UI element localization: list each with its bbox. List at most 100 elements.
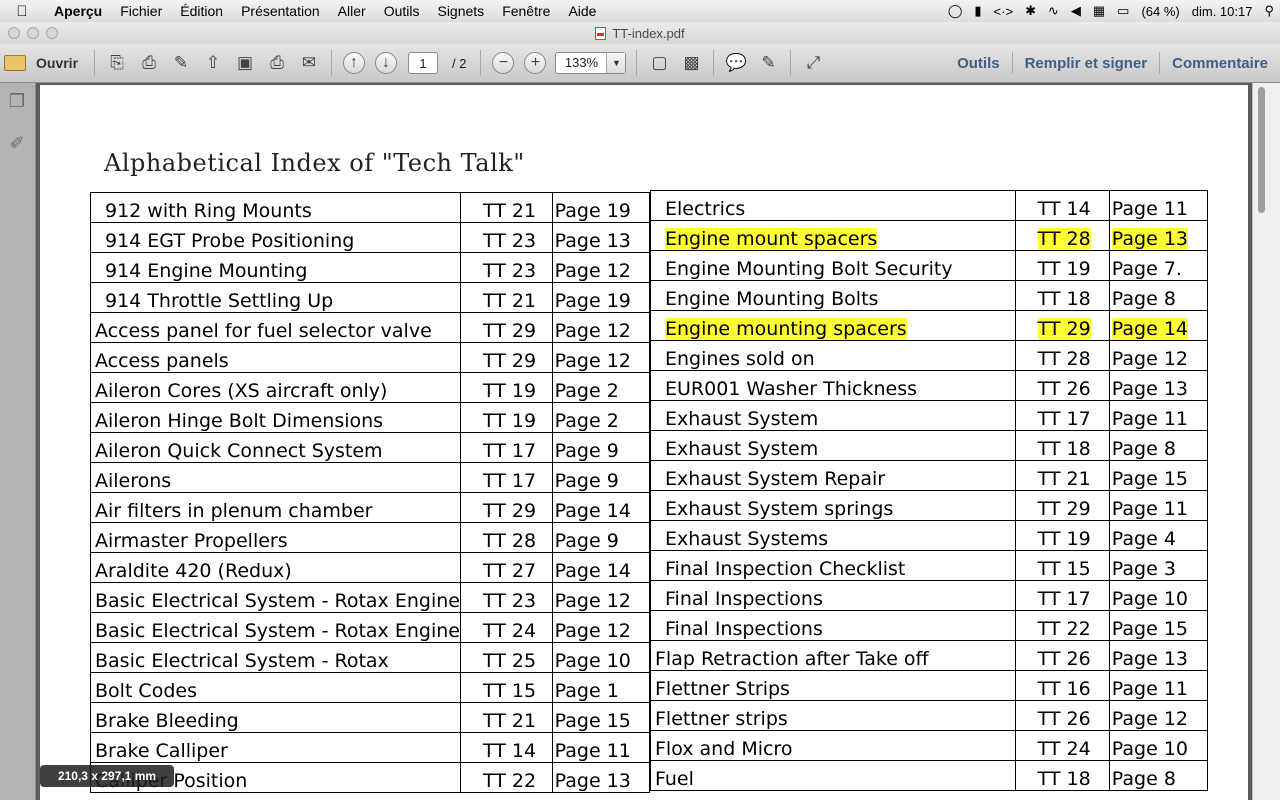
page-number-cell: Page 2: [551, 402, 651, 433]
next-page-icon[interactable]: ↓: [375, 52, 398, 74]
menu-aide[interactable]: Aide: [559, 3, 605, 19]
tt-number-cell: TT 28: [459, 522, 553, 553]
zoom-in-icon[interactable]: +: [524, 52, 547, 74]
microphone-icon[interactable]: ▮: [974, 3, 981, 19]
page-number-text: Page 12: [554, 260, 631, 282]
page-number-input[interactable]: 1: [408, 52, 439, 74]
vertical-scrollbar[interactable]: [1252, 83, 1280, 800]
tt-number-cell: TT 17: [1014, 580, 1110, 611]
apple-menu-icon[interactable]: : [0, 3, 44, 20]
page-number-cell: Page 12: [1108, 700, 1209, 731]
tt-number-text: TT 24: [482, 620, 537, 642]
page-number-cell: Page 15: [1108, 460, 1209, 491]
tt-number-text: TT 26: [1037, 378, 1091, 400]
menu-outils[interactable]: Outils: [375, 3, 429, 19]
table-row: Basic Electrical System - Rotax Engine TT…: [90, 612, 651, 643]
page-number-text: Page 8: [1111, 288, 1176, 310]
index-table-left: 912 with Ring Mounts TT 21 Page 19 914 EGT …: [90, 192, 651, 793]
document-area[interactable]: Alphabetical Index of "Tech Talk" 912 wi…: [36, 83, 1280, 800]
topic-text: Final Inspections: [665, 588, 823, 610]
comment-button[interactable]: Commentaire: [1160, 55, 1280, 72]
chevron-down-icon[interactable]: ▼: [606, 53, 626, 73]
topic-text: Brake Bleeding: [95, 710, 239, 732]
full-screen-icon[interactable]: ⤢: [801, 51, 825, 75]
tt-number-cell: TT 29: [1014, 490, 1110, 521]
tt-number-cell: TT 21: [459, 192, 553, 223]
topic-cell: EUR001 Washer Thickness: [650, 370, 1016, 401]
page-number-cell: Page 11: [1108, 490, 1209, 521]
spotlight-search-icon[interactable]: ⚲: [1264, 3, 1274, 19]
topic-text: Exhaust System: [665, 438, 819, 460]
tt-number-cell: TT 19: [459, 372, 553, 403]
topic-text: 912 with Ring Mounts: [105, 200, 312, 222]
bluetooth-icon[interactable]: ✱: [1025, 3, 1036, 19]
attachment-icon[interactable]: ✐: [7, 133, 27, 153]
page-number-cell: Page 1: [551, 672, 651, 703]
save-icon[interactable]: ▣: [233, 51, 257, 75]
tt-number-text: TT 26: [1037, 708, 1091, 730]
table-row: Final Inspections TT 17 Page 10: [650, 580, 1209, 611]
window-title: TT-index.pdf: [612, 25, 685, 41]
close-window-button[interactable]: [8, 27, 20, 39]
table-row: Flap Retraction after Take off TT 26 Page …: [650, 640, 1209, 671]
export-icon[interactable]: ⎘: [105, 51, 129, 75]
page-number-text: Page 2: [554, 380, 619, 402]
wifi-icon[interactable]: ∿: [1048, 3, 1059, 19]
menu-edition[interactable]: Édition: [171, 3, 232, 19]
minimize-window-button[interactable]: [27, 27, 39, 39]
edit-note-icon[interactable]: ✎: [169, 51, 193, 75]
topic-text: Exhaust Systems: [665, 528, 829, 550]
zoom-window-button[interactable]: [46, 27, 58, 39]
topic-cell: Engine mount spacers: [650, 220, 1016, 251]
zoom-select[interactable]: 133% ▼: [555, 52, 627, 74]
time-machine-icon[interactable]: ◯: [948, 3, 963, 19]
battery-icon[interactable]: ▭: [1117, 3, 1129, 19]
table-row: Aileron Quick Connect System TT 17 Page 9: [90, 432, 651, 463]
display-arrows-icon[interactable]: <·>: [994, 4, 1014, 19]
zoom-out-icon[interactable]: −: [492, 52, 515, 74]
table-row: Aileron Hinge Bolt Dimensions TT 19 Page 2: [90, 402, 651, 433]
clock[interactable]: dim. 10:17: [1192, 4, 1253, 19]
volume-icon[interactable]: ◀: [1071, 3, 1081, 19]
text-annotation-icon[interactable]: ✎: [756, 51, 780, 75]
keyboard-icon[interactable]: ▦: [1093, 3, 1105, 19]
page-number-text: Page 2: [554, 410, 619, 432]
folder-icon: [4, 55, 26, 71]
fill-and-sign-button[interactable]: Remplir et signer: [1013, 55, 1160, 72]
speech-bubble-icon[interactable]: 💬: [724, 51, 748, 75]
scrollbar-thumb[interactable]: [1258, 87, 1265, 213]
fit-page-icon[interactable]: ▢: [647, 51, 671, 75]
tt-number-text: TT 19: [482, 410, 537, 432]
upload-icon[interactable]: ⇧: [201, 51, 225, 75]
table-row: Exhaust Systems TT 19 Page 4: [650, 520, 1209, 551]
tt-number-cell: TT 19: [1014, 520, 1110, 551]
thumbnails-icon[interactable]: ❐: [7, 91, 27, 111]
tt-number-cell: TT 18: [1014, 430, 1110, 461]
tt-number-cell: TT 24: [459, 612, 553, 643]
menu-fenetre[interactable]: Fenêtre: [493, 3, 559, 19]
menu-aller[interactable]: Aller: [329, 3, 375, 19]
topic-cell: Engine Mounting Bolts: [650, 280, 1016, 311]
page-number-cell: Page 8: [1108, 760, 1209, 791]
menu-presentation[interactable]: Présentation: [232, 3, 329, 19]
table-row: Engine mounting spacers TT 29 Page 14: [650, 310, 1209, 341]
topic-cell: Basic Electrical System - Rotax: [90, 642, 461, 673]
table-row: Exhaust System Repair TT 21 Page 15: [650, 460, 1209, 491]
print-icon[interactable]: ⎙: [265, 51, 289, 75]
table-row: Engine Mounting Bolts TT 18 Page 8: [650, 280, 1209, 311]
mail-icon[interactable]: ✉: [297, 51, 321, 75]
menu-app[interactable]: Aperçu: [44, 3, 111, 19]
menu-fichier[interactable]: Fichier: [111, 3, 171, 19]
toolbar-separator: [480, 50, 482, 76]
tt-number-text: TT 17: [1037, 588, 1091, 610]
pdf-export-icon[interactable]: ⎙: [137, 51, 161, 75]
toolbar-separator: [94, 50, 96, 76]
tt-number-text: TT 21: [482, 710, 537, 732]
previous-page-icon[interactable]: ↑: [343, 52, 366, 74]
fit-width-icon[interactable]: ▩: [679, 51, 703, 75]
menu-signets[interactable]: Signets: [428, 3, 493, 19]
tt-number-text: TT 29: [1037, 498, 1091, 520]
tools-button[interactable]: Outils: [945, 55, 1012, 72]
open-button[interactable]: Ouvrir: [4, 49, 88, 77]
table-row: Flettner strips TT 26 Page 12: [650, 700, 1209, 731]
